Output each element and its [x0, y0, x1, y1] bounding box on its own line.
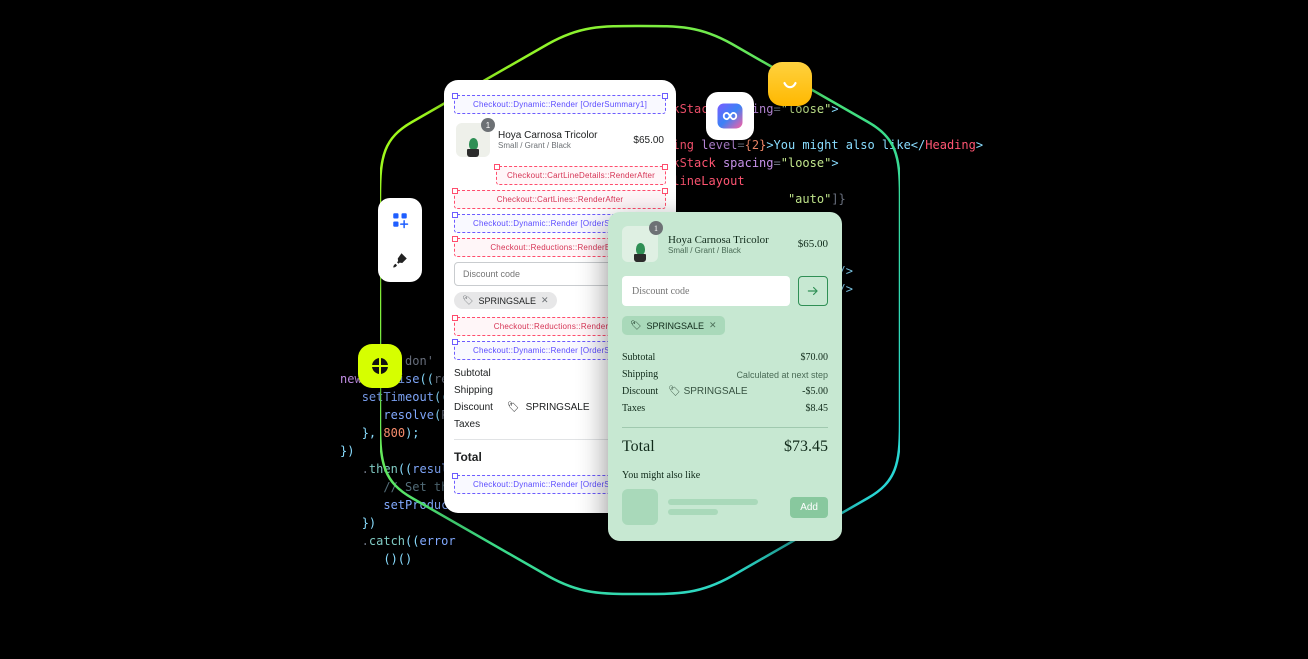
- preview-line-item: Hoya Carnosa Tricolor Small / Grant / Bl…: [622, 226, 828, 262]
- app-tile-smile[interactable]: [768, 62, 812, 106]
- shipping-row: Shipping Calculated at next step: [622, 366, 828, 383]
- slot-order-summary-1[interactable]: Checkout::Dynamic::Render [OrderSummary1…: [454, 95, 666, 114]
- slot-cartlines-after[interactable]: Checkout::CartLines::RenderAfter: [454, 190, 666, 209]
- total-row: Total $73.45: [622, 438, 828, 456]
- apps-icon[interactable]: [386, 206, 414, 234]
- subtotal-row: Subtotal $70.00: [622, 349, 828, 366]
- discount-code-input[interactable]: [622, 276, 790, 306]
- discount-code-text: SPRINGSALE: [478, 296, 536, 306]
- product-title: Hoya Carnosa Tricolor: [498, 130, 625, 141]
- checkout-preview-panel: Hoya Carnosa Tricolor Small / Grant / Bl…: [608, 212, 842, 541]
- product-thumbnail: [456, 123, 490, 157]
- remove-discount-icon[interactable]: ✕: [709, 320, 717, 331]
- recommendation-skeleton: [668, 499, 758, 515]
- slot-cartline-details-after[interactable]: Checkout::CartLineDetails::RenderAfter: [496, 166, 666, 185]
- product-price: $65.00: [633, 135, 664, 146]
- cart-line-item: Hoya Carnosa Tricolor Small / Grant / Bl…: [454, 119, 666, 161]
- tag-icon: 🏷: [630, 320, 641, 331]
- product-variant: Small / Grant / Black: [668, 246, 788, 255]
- product-title: Hoya Carnosa Tricolor: [668, 234, 788, 246]
- apply-discount-button[interactable]: [798, 276, 828, 306]
- recommendation-item: Add: [622, 489, 828, 525]
- brush-icon[interactable]: [386, 246, 414, 274]
- discount-chip[interactable]: 🏷 SPRINGSALE ✕: [454, 292, 557, 309]
- arrow-right-icon: [806, 284, 820, 298]
- remove-discount-icon[interactable]: ✕: [541, 295, 549, 306]
- taxes-row: Taxes $8.45: [622, 400, 828, 417]
- tag-icon: 🏷: [462, 295, 473, 306]
- product-thumbnail: [622, 226, 658, 262]
- app-tile-crosshair[interactable]: [358, 344, 402, 388]
- product-price: $65.00: [798, 238, 828, 250]
- product-variant: Small / Grant / Black: [498, 141, 625, 150]
- recommendation-heading: You might also like: [622, 470, 828, 481]
- applied-discount-chip[interactable]: 🏷 SPRINGSALE ✕: [622, 316, 725, 335]
- app-tile-infinity[interactable]: [706, 92, 754, 140]
- add-recommendation-button[interactable]: Add: [790, 497, 828, 518]
- recommendation-thumbnail: [622, 489, 658, 525]
- dev-toolbar: [378, 198, 422, 282]
- discount-row: Discount 🏷 SPRINGSALE -$5.00: [622, 383, 828, 400]
- discount-code-text: SPRINGSALE: [646, 321, 704, 331]
